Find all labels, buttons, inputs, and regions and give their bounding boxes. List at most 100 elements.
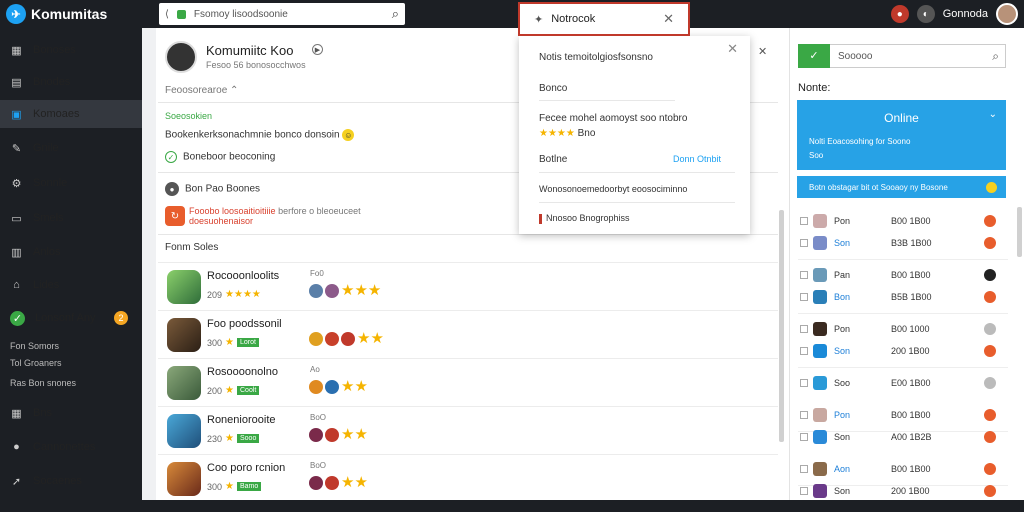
table-row[interactable]: Pon B00 1B00 (798, 405, 1008, 427)
sidebar-item-sonnle[interactable]: ⚙ Sonnle (0, 169, 142, 197)
row-checkbox[interactable] (800, 239, 808, 247)
table-row[interactable]: Aon B00 1B00 (798, 459, 1008, 481)
avatar[interactable] (996, 3, 1018, 25)
search-icon[interactable]: ⌕ (992, 49, 999, 64)
info-bar[interactable]: Botn obstagar bit ot Sooaoy ny Bosone (797, 176, 1006, 198)
online-card[interactable]: Online ⌄ Nolti Eoacosohing for Soono Soo (797, 100, 1006, 170)
sidebar-item-gnile[interactable]: ✎ Gnile (0, 134, 142, 162)
notification-tab[interactable]: ✦ Notrocok ✕ (518, 2, 690, 36)
play-icon[interactable]: ▶ (312, 44, 323, 55)
row-name: Pon (834, 216, 851, 226)
close-icon[interactable]: ✕ (758, 45, 767, 58)
row-time: B00 1B00 (891, 270, 931, 280)
avatar (813, 236, 827, 250)
sidebar-subitem[interactable]: Tol Groaners (10, 358, 62, 368)
badge-icon (325, 332, 339, 346)
right-scrollbar[interactable] (1017, 207, 1022, 257)
game-title: Foo poodssonil (207, 318, 282, 330)
game-icon (167, 318, 201, 352)
chevron-down-icon: ⌃ (230, 85, 239, 96)
row-checkbox[interactable] (800, 433, 808, 441)
table-row[interactable]: Pon B00 1000 (798, 319, 1008, 341)
list-item[interactable]: Rosoooonolno 200 ★ Coolt Ao ★★ (158, 358, 778, 406)
popup-line: Wonosonoemedoorbyt eoosociminno (539, 184, 688, 194)
row-name: Aon (834, 464, 851, 474)
sidebar-item-anlos[interactable]: ▥ Anlos (0, 238, 142, 266)
row-checkbox[interactable] (800, 347, 808, 355)
row-checkbox[interactable] (800, 293, 808, 301)
badge-icon (341, 332, 355, 346)
avatar (813, 214, 827, 228)
table-row[interactable]: Pan B00 1B00 (798, 265, 1008, 287)
user-icon[interactable]: ◐ (916, 5, 935, 23)
notification-bell-icon[interactable]: ● (890, 5, 909, 23)
star-rating: ★ (225, 337, 234, 348)
main-scrollbar[interactable] (779, 210, 784, 442)
sidebar-item-socaenes[interactable]: ➚ Socaenes (0, 467, 142, 495)
table-row[interactable]: Bon B5B 1B00 (798, 287, 1008, 309)
row-checkbox[interactable] (800, 411, 808, 419)
sidebar-item-lonsonf-any[interactable]: ✓ Lonsonf Any 2 (0, 304, 142, 332)
top-search-input[interactable]: ⟨ Fsomoy lisoodsoonie ⌕ (159, 3, 405, 25)
alert-title: Fooobo loosoaitioitiiie (189, 206, 276, 216)
close-icon[interactable]: ✕ (727, 41, 738, 57)
popup-link[interactable]: Donn Otnbit (673, 154, 721, 164)
row-time: 200 1B00 (891, 486, 930, 496)
list-item[interactable]: Foo poodssonil 300 ★ Lorot ★★ (158, 310, 778, 358)
leaf-icon: ✓ (10, 310, 25, 326)
chevron-down-icon[interactable]: ⌄ (989, 109, 997, 120)
back-arrow-icon[interactable]: ⟨ (165, 9, 169, 20)
right-search-input[interactable]: ✓ Sooooo ⌕ (798, 43, 1006, 68)
profile-avatar[interactable] (165, 41, 197, 73)
sidebar-subitem[interactable]: Fon Somors (10, 341, 59, 351)
grid-icon: ▦ (11, 44, 22, 57)
table-row[interactable]: Son B3B 1B00 (798, 233, 1008, 255)
popup-line[interactable]: Bonco (539, 83, 567, 94)
close-icon[interactable]: ✕ (663, 11, 674, 27)
row-checkbox[interactable] (800, 465, 808, 473)
row-time: A00 1B2B (891, 432, 932, 442)
row-checkbox[interactable] (800, 325, 808, 333)
app-brand[interactable]: ✈ Komumitas (6, 4, 107, 24)
sidebar-item-bns[interactable]: ▦ Bns (0, 399, 142, 427)
row-checkbox[interactable] (800, 217, 808, 225)
list-item[interactable]: Roneniorooite 230 ★ Sooo BoO ★★ (158, 406, 778, 454)
sidebar-item-cannonettes[interactable]: ● Cannonettes (0, 433, 142, 461)
row-checkbox[interactable] (800, 379, 808, 387)
user-name[interactable]: Gonnoda (943, 8, 988, 20)
sidebar-item-komoaes[interactable]: ▣ Komoaes (0, 100, 142, 128)
table-row[interactable]: Soo E00 1B00 (798, 373, 1008, 395)
chat-icon: ● (13, 441, 20, 453)
online-card-text: Soo (809, 151, 824, 160)
game-number: Ao (310, 365, 320, 374)
page-icon: ▣ (11, 108, 22, 121)
sidebar-subitem[interactable]: Ras Bon snones (10, 378, 76, 388)
table-row[interactable]: Son A00 1B2B (798, 427, 1008, 449)
user-line[interactable]: ● Bon Pao Boones (165, 182, 260, 196)
emoji-icon: ☺ (342, 129, 355, 141)
list-item[interactable]: Coo poro rcnion 300 ★ Bamo BoO ★★ (158, 454, 778, 502)
sidebar-item-label: Sonnle (33, 177, 68, 189)
sidebar-item-bonoses[interactable]: ▦ Bonoses (0, 36, 142, 64)
notification-tab-label: Notrocok (551, 13, 596, 25)
status-icon (984, 237, 996, 249)
count-badge: 2 (114, 311, 128, 325)
sidebar-item-lides[interactable]: ⌂ Lides (0, 271, 142, 299)
avatar (813, 268, 827, 282)
row-checkbox[interactable] (800, 271, 808, 279)
sort-dropdown[interactable]: Feoosorearoe ⌃ (165, 85, 238, 96)
table-row[interactable]: Pon B00 1B00 (798, 211, 1008, 233)
rating-label: Bno (577, 128, 596, 139)
avatar (813, 322, 827, 336)
game-title: Rocooonloolits (207, 270, 280, 282)
status-icon (984, 215, 996, 227)
list-item[interactable]: Rocooonloolits 209 ★★★★ Fo0 ★★★ (158, 262, 778, 310)
row-checkbox[interactable] (800, 487, 808, 495)
table-row[interactable]: Son 200 1B00 (798, 341, 1008, 363)
search-icon[interactable]: ⌕ (392, 6, 399, 22)
sidebar-item-bnodes[interactable]: ▤ Bnodes (0, 68, 142, 96)
grid-icon: ▦ (11, 407, 22, 420)
profile-name[interactable]: Komumiitc Koo (206, 43, 293, 58)
sidebar-item-smels[interactable]: ▭ Smels (0, 204, 142, 232)
badge-row: ★★★ (309, 283, 381, 298)
